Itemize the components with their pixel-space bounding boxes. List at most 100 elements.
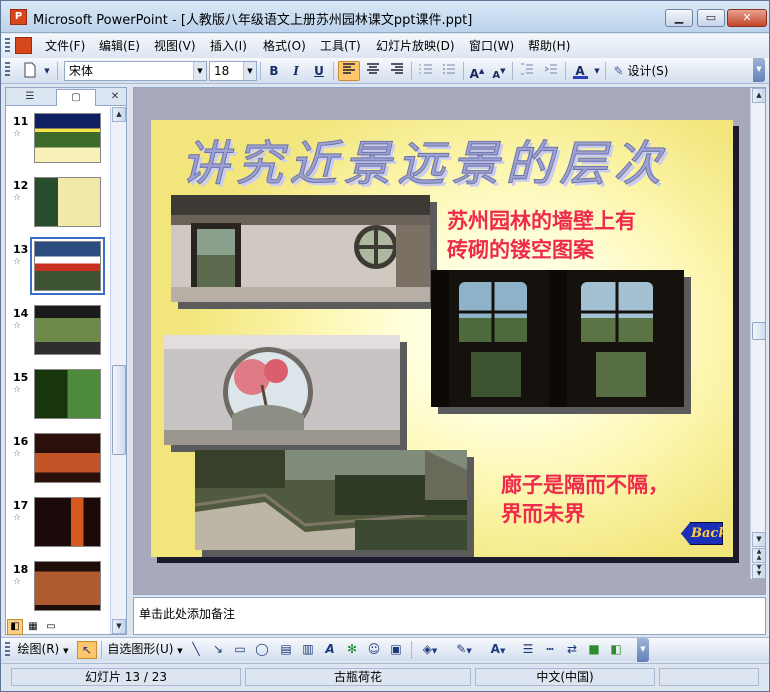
next-slide-icon[interactable]: ▼ ▼ xyxy=(752,564,765,579)
scroll-down-icon[interactable]: ▼ xyxy=(752,532,765,547)
panel-scroll-thumb[interactable] xyxy=(112,365,126,455)
vertical-text-box-icon[interactable]: ▥ xyxy=(299,641,317,659)
italic-button[interactable]: I xyxy=(286,61,306,81)
slide-thumbnail-row[interactable]: 18 ☆ xyxy=(6,559,111,617)
oval-icon[interactable]: ◯ xyxy=(253,641,271,659)
chevron-down-icon[interactable]: ▼ xyxy=(243,62,256,80)
decrease-indent-button[interactable] xyxy=(516,61,538,81)
new-document-icon[interactable] xyxy=(19,61,41,81)
panel-close-icon[interactable]: ✕ xyxy=(106,89,124,106)
slide-scroll-thumb[interactable] xyxy=(752,322,765,340)
bold-button[interactable]: B xyxy=(264,61,284,81)
moon-gate-photo[interactable] xyxy=(164,335,400,445)
fill-color-icon[interactable]: ◈▼ xyxy=(415,641,445,659)
drawbar-options-icon[interactable]: ▼ xyxy=(637,638,649,662)
align-center-button[interactable] xyxy=(362,61,384,81)
draw-menu-button[interactable]: 绘图(R) ▼ xyxy=(13,641,73,659)
font-size-select[interactable]: 18 ▼ xyxy=(209,61,257,81)
slide-thumbnail-row[interactable]: 16 ☆ xyxy=(6,431,111,489)
design-button[interactable]: ✎ 设计(S) xyxy=(609,61,673,81)
slide-thumbnail[interactable] xyxy=(34,113,101,163)
wall-window-photo[interactable] xyxy=(171,195,430,302)
tab-slides[interactable]: ▢ xyxy=(56,89,96,106)
caption-lattice-line1[interactable]: 苏州园林的墙壁上有 xyxy=(447,206,636,235)
line-style-icon[interactable]: ☰ xyxy=(519,641,537,659)
increase-indent-button[interactable] xyxy=(540,61,562,81)
animation-star-icon[interactable]: ☆ xyxy=(13,193,21,203)
slide-thumbnail[interactable] xyxy=(34,561,101,611)
line-icon[interactable]: ╲ xyxy=(187,641,205,659)
animation-star-icon[interactable]: ☆ xyxy=(13,577,21,587)
slide-thumbnail[interactable] xyxy=(34,177,101,227)
toolbar-options-icon[interactable]: ▼ xyxy=(753,58,765,82)
menu-help[interactable]: 帮助(H) xyxy=(528,37,570,54)
menu-file[interactable]: 文件(F) xyxy=(45,37,85,54)
slide-thumbnail-row[interactable]: 14 ☆ xyxy=(6,303,111,361)
powerpoint-app-icon[interactable]: P xyxy=(10,9,27,25)
animation-star-icon[interactable]: ☆ xyxy=(13,257,21,267)
menu-format[interactable]: 格式(O) xyxy=(263,37,306,54)
clip-art-icon[interactable]: ☺ xyxy=(365,641,383,659)
diagram-icon[interactable]: ✻ xyxy=(343,641,361,659)
menu-slideshow[interactable]: 幻灯片放映(D) xyxy=(376,37,455,54)
slide-thumbnail[interactable] xyxy=(34,433,101,483)
dash-style-icon[interactable]: ┅ xyxy=(541,641,559,659)
font-name-select[interactable]: 宋体 ▼ xyxy=(64,61,207,81)
caption-corridor-line1[interactable]: 廊子是隔而不隔， xyxy=(501,470,669,499)
tab-outline[interactable]: ☰ xyxy=(10,89,50,106)
notes-placeholder[interactable]: 单击此处添加备注 xyxy=(139,605,235,622)
slide-thumbnail-row[interactable]: 12 ☆ xyxy=(6,175,111,233)
menu-window[interactable]: 窗口(W) xyxy=(469,37,514,54)
menu-tools[interactable]: 工具(T) xyxy=(320,37,361,54)
normal-view-icon[interactable]: ◧ xyxy=(7,619,23,635)
animation-star-icon[interactable]: ☆ xyxy=(13,513,21,523)
decrease-font-button[interactable]: A▼ xyxy=(489,61,509,81)
slideshow-view-icon[interactable]: ▭ xyxy=(43,619,59,635)
status-design-template[interactable]: 古瓶荷花 xyxy=(245,668,471,686)
wordart-icon[interactable]: A xyxy=(321,641,339,659)
current-slide[interactable]: 讲究近景远景的层次 苏州园林的墙壁上有 砖砌的镂空图案 廊子是隔而不隔， 界而未… xyxy=(151,120,733,557)
scroll-down-icon[interactable]: ▼ xyxy=(112,619,126,634)
document-icon[interactable] xyxy=(15,37,32,54)
animation-star-icon[interactable]: ☆ xyxy=(13,385,21,395)
drawbar-grip-icon[interactable] xyxy=(5,642,10,657)
slide-thumbnail-row[interactable]: 13 ☆ xyxy=(6,237,111,297)
draw-font-color-icon[interactable]: A▼ xyxy=(483,641,513,659)
shadow-style-icon[interactable]: ■ xyxy=(585,641,603,659)
panel-scrollbar[interactable]: ▲ ▼ xyxy=(110,107,126,634)
font-color-dropdown-icon[interactable]: ▼ xyxy=(592,61,602,81)
corridor-bridge-photo[interactable] xyxy=(195,450,467,550)
animation-star-icon[interactable]: ☆ xyxy=(13,129,21,139)
caption-corridor-line2[interactable]: 界而未界 xyxy=(501,499,585,528)
slide-thumbnail[interactable] xyxy=(34,497,101,547)
autoshapes-button[interactable]: 自选图形(U) ▼ xyxy=(105,641,185,659)
slide-thumbnail[interactable] xyxy=(34,305,101,355)
menu-view[interactable]: 视图(V) xyxy=(154,37,196,54)
picture-icon[interactable]: ▣ xyxy=(387,641,405,659)
underline-button[interactable]: U xyxy=(309,61,329,81)
increase-font-button[interactable]: A▲ xyxy=(467,61,487,81)
rectangle-icon[interactable]: ▭ xyxy=(231,641,249,659)
maximize-button[interactable]: ▭ xyxy=(697,9,725,27)
toolbar-grip-icon[interactable] xyxy=(5,62,10,77)
slide-title[interactable]: 讲究近景远景的层次 xyxy=(181,124,721,194)
minimize-button[interactable]: ▁ xyxy=(665,9,693,27)
menu-grip-icon[interactable] xyxy=(5,38,10,53)
scroll-up-icon[interactable]: ▲ xyxy=(752,88,765,103)
notes-pane[interactable]: 单击此处添加备注 xyxy=(133,597,766,635)
caption-lattice-line2[interactable]: 砖砌的镂空图案 xyxy=(447,235,594,264)
slide-thumbnail[interactable] xyxy=(34,369,101,419)
close-button[interactable]: ✕ xyxy=(727,9,767,27)
font-color-button[interactable]: A xyxy=(569,61,591,81)
previous-slide-icon[interactable]: ▲ ▲ xyxy=(752,548,765,563)
slide-sorter-view-icon[interactable]: ▦ xyxy=(25,619,41,635)
arrow-icon[interactable]: ↘ xyxy=(209,641,227,659)
animation-star-icon[interactable]: ☆ xyxy=(13,321,21,331)
slide-vertical-scrollbar[interactable]: ▲ ▼ ▲ ▲ ▼ ▼ xyxy=(750,88,765,579)
slide-thumbnail-row[interactable]: 11 ☆ xyxy=(6,111,111,169)
menu-edit[interactable]: 编辑(E) xyxy=(99,37,140,54)
back-button[interactable]: Back xyxy=(681,522,723,545)
animation-star-icon[interactable]: ☆ xyxy=(13,449,21,459)
select-objects-icon[interactable]: ↖ xyxy=(77,641,97,659)
slide-thumbnail[interactable] xyxy=(30,237,105,295)
